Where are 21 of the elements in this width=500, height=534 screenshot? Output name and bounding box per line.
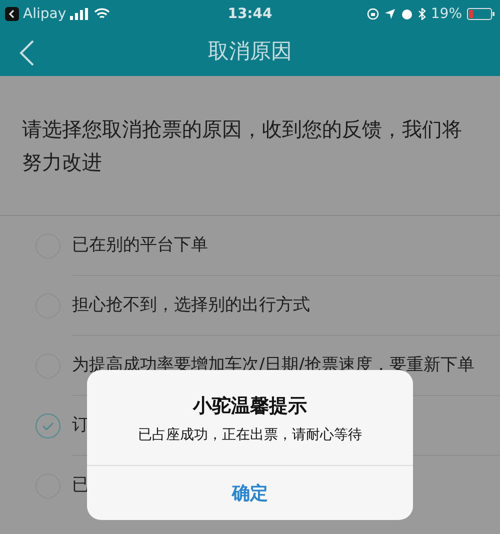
wifi-icon bbox=[94, 8, 110, 20]
dialog-message: 已占座成功，正在出票，请耐心等待 bbox=[138, 426, 362, 444]
back-app-icon[interactable] bbox=[5, 7, 19, 21]
reason-label: 担心抢不到，选择别的出行方式 bbox=[72, 294, 310, 317]
prompt-text: 请选择您取消抢票的原因，收到您的反馈，我们将努力改进 bbox=[22, 116, 463, 176]
reason-label: 已 bbox=[72, 474, 89, 498]
reason-label: 已在别的平台下单 bbox=[72, 234, 208, 257]
clock: 13:44 bbox=[228, 6, 272, 22]
radio-button[interactable] bbox=[35, 413, 61, 439]
battery-percentage: 19% bbox=[430, 4, 462, 24]
signal-icon bbox=[70, 8, 90, 20]
battery-icon bbox=[467, 8, 495, 20]
dialog-title: 小驼温馨提示 bbox=[193, 394, 307, 419]
location-icon bbox=[384, 8, 396, 20]
app-name: Alipay bbox=[23, 4, 66, 24]
back-icon[interactable] bbox=[19, 39, 35, 67]
lock-rotation-icon bbox=[366, 8, 379, 20]
reason-label: 订 bbox=[72, 414, 89, 437]
page-title: 取消原因 bbox=[208, 38, 292, 66]
bluetooth-icon bbox=[418, 8, 426, 20]
confirm-button[interactable]: 确定 bbox=[87, 466, 413, 520]
